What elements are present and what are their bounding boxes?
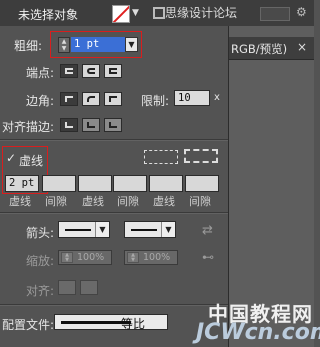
corner-label: 边角:	[26, 94, 55, 108]
dashed-label: 虚线	[19, 154, 44, 168]
miter-join-button[interactable]	[60, 92, 78, 106]
close-icon[interactable]: ×	[297, 40, 307, 54]
align-outside-button[interactable]	[104, 118, 122, 132]
align-dash-corners-icon[interactable]	[184, 149, 218, 163]
divider	[0, 212, 228, 214]
start-scale-value: 100%	[77, 252, 105, 263]
toolbar-field[interactable]	[260, 7, 290, 21]
limit-label: 限制:	[141, 94, 170, 108]
align-inside-button[interactable]	[82, 118, 100, 132]
watermark-text: 思缘设计论坛	[165, 6, 238, 20]
gap-2-input[interactable]	[113, 175, 147, 192]
start-arrowhead-select[interactable]: ▼	[58, 221, 110, 238]
fill-swatch-none[interactable]	[112, 5, 130, 23]
round-join-button[interactable]	[82, 92, 100, 106]
dash-label-1: 虚线	[9, 195, 31, 208]
arrowhead-label: 箭头:	[26, 226, 55, 240]
arrow-place-button[interactable]	[80, 280, 98, 295]
gap-label-1: 间隙	[45, 195, 67, 208]
arrow-extend-button[interactable]	[58, 280, 76, 295]
butt-cap-button[interactable]	[60, 64, 78, 78]
selection-status: 未选择对象	[18, 8, 79, 22]
weight-input[interactable]: 1 pt	[71, 37, 125, 52]
cap-label: 端点:	[26, 66, 55, 80]
dash-2-input[interactable]	[78, 175, 112, 192]
limit-unit: x	[214, 92, 220, 103]
align-stroke-label: 对齐描边:	[2, 120, 55, 134]
link-scale-icon[interactable]: ⊷	[202, 250, 214, 264]
weight-label: 粗细:	[14, 39, 43, 53]
align-center-button[interactable]	[60, 118, 78, 132]
start-scale-input[interactable]: ▲ ▼ 100%	[58, 250, 112, 265]
stroke-swatch-icon[interactable]	[153, 7, 165, 19]
projecting-cap-button[interactable]	[104, 64, 122, 78]
gap-3-input[interactable]	[185, 175, 219, 192]
control-bar: 未选择对象 ▼ 思缘设计论坛 ⚙	[0, 0, 314, 27]
preserve-dash-icon[interactable]	[144, 150, 178, 164]
dash-1-input[interactable]: 2 pt	[5, 175, 39, 192]
align-arrow-label: 对齐:	[26, 284, 55, 298]
scale-label: 缩放:	[26, 254, 55, 268]
dash-label-3: 虚线	[153, 195, 175, 208]
divider	[0, 304, 228, 306]
chevron-down-icon[interactable]: ▼	[132, 8, 139, 18]
limit-input[interactable]: 10	[174, 90, 210, 106]
gap-label-3: 间隙	[189, 195, 211, 208]
dash-3-input[interactable]	[149, 175, 183, 192]
end-arrowhead-select[interactable]: ▼	[124, 221, 176, 238]
gap-1-input[interactable]	[42, 175, 76, 192]
divider	[0, 139, 228, 141]
gear-icon[interactable]: ⚙	[296, 5, 307, 19]
end-scale-input[interactable]: ▲ ▼ 100%	[124, 250, 178, 265]
profile-select[interactable]: 等比	[54, 314, 168, 331]
bevel-join-button[interactable]	[104, 92, 122, 106]
weight-stepper[interactable]: ▲ ▼	[58, 37, 70, 53]
watermark-line-2: JCWcn.com	[196, 320, 320, 345]
gap-label-2: 间隙	[117, 195, 139, 208]
dash-label-2: 虚线	[82, 195, 104, 208]
round-cap-button[interactable]	[82, 64, 100, 78]
end-scale-value: 100%	[143, 252, 171, 263]
dashed-checkbox[interactable]: ✓	[6, 152, 18, 164]
profile-value: 等比	[121, 317, 146, 331]
profile-label: 配置文件:	[2, 318, 55, 332]
document-tab[interactable]: RGB/预览) ×	[229, 37, 314, 60]
document-tab-label: RGB/预览)	[231, 42, 288, 56]
weight-dropdown[interactable]: ▼	[125, 37, 138, 52]
stroke-panel: 粗细: ▲ ▼ 1 pt ▼ 端点: 边角: 限制: 10 x 对齐描边: ✓ 虚…	[0, 26, 229, 347]
swap-arrows-icon[interactable]: ⇄	[202, 223, 213, 238]
